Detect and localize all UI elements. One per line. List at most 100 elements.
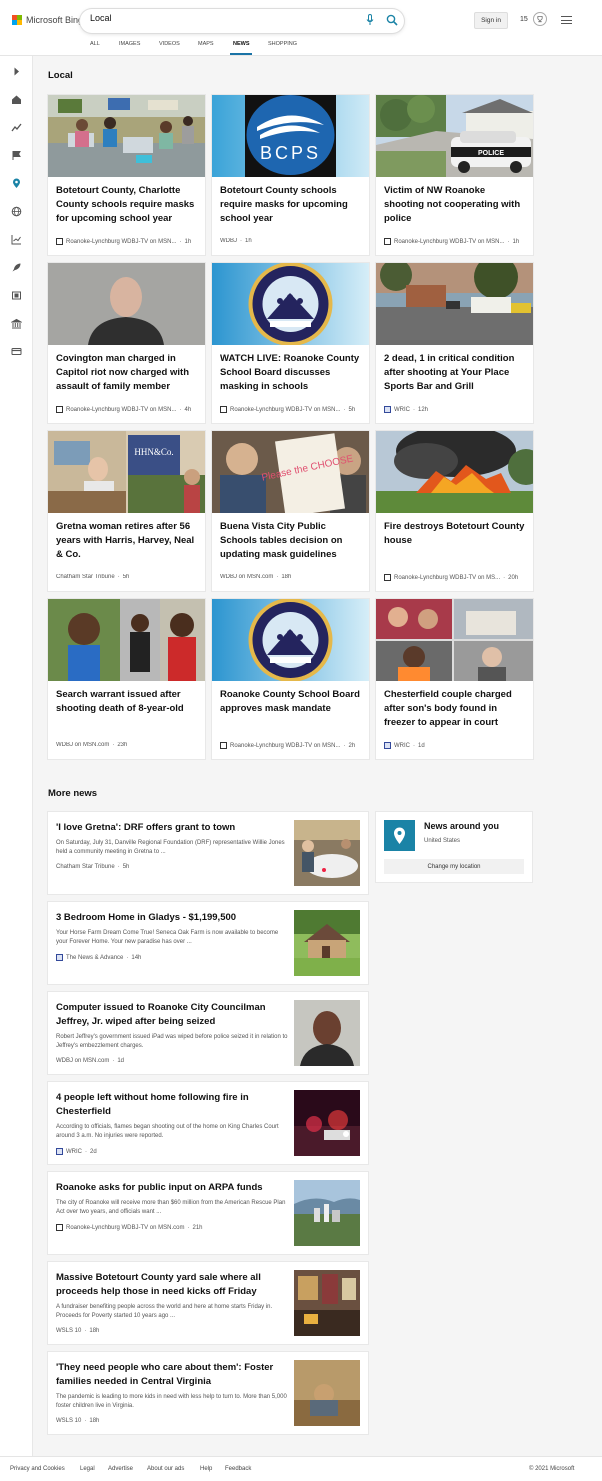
source-name: Roanoke-Lynchburg WDBJ-TV on MSN... — [66, 238, 177, 245]
news-source: WDBJ on MSN.com · 1d — [56, 1058, 125, 1064]
film-icon[interactable] — [11, 290, 22, 301]
news-card[interactable]: Search warrant issued after shooting dea… — [48, 599, 205, 759]
police-car-image: POLICE — [376, 95, 533, 177]
sign-in-button[interactable]: Sign in — [474, 12, 508, 29]
time-ago: 12h — [418, 406, 429, 413]
news-headline[interactable]: Massive Botetourt County yard sale where… — [56, 1271, 288, 1299]
news-headline[interactable]: 4 people left without home following fir… — [56, 1091, 288, 1119]
news-headline[interactable]: Computer issued to Roanoke City Councilm… — [56, 1001, 288, 1029]
hhn-sign-text: HHN&Co. — [134, 447, 173, 457]
house-thumbnail — [294, 910, 360, 976]
footer-link-privacy[interactable]: Privacy and Cookies — [10, 1466, 65, 1472]
trending-icon[interactable] — [11, 122, 22, 133]
expand-chevron-icon[interactable] — [11, 66, 22, 77]
meeting-thumbnail — [294, 820, 360, 886]
news-headline[interactable]: 'They need people who care about them': … — [56, 1361, 288, 1389]
card-headline[interactable]: Gretna woman retires after 56 years with… — [56, 520, 198, 562]
news-source: The News & Advance · 14h — [56, 954, 141, 961]
news-card[interactable]: Fire destroys Botetourt County house Roa… — [376, 431, 533, 591]
wdbj-logo-icon — [384, 574, 391, 581]
rocket-icon[interactable] — [11, 262, 22, 273]
menu-icon[interactable] — [561, 16, 572, 24]
portrait-thumbnail — [294, 1000, 360, 1066]
card-source: WDBJ on MSN.com · 18h — [220, 574, 292, 580]
card-headline[interactable]: Victim of NW Roanoke shooting not cooper… — [384, 184, 526, 226]
local-section-title: Local — [48, 70, 73, 81]
chart-icon[interactable] — [11, 234, 22, 245]
source-name: WSLS 10 — [56, 1418, 82, 1424]
news-card[interactable]: POLICE Victim of NW Roanoke shooting not… — [376, 95, 533, 255]
card-source: Roanoke-Lynchburg WDBJ-TV on MS... · 20h — [384, 574, 529, 581]
news-list-item[interactable]: 3 Bedroom Home in Gladys - $1,199,500 Yo… — [48, 902, 368, 984]
card-headline[interactable]: Covington man charged in Capitol riot no… — [56, 352, 198, 394]
flag-icon[interactable] — [11, 150, 22, 161]
tab-images[interactable]: IMAGES — [119, 41, 140, 47]
news-around-you-widget: News around you United States Change my … — [376, 812, 532, 882]
news-list-item[interactable]: Roanoke asks for public input on ARPA fu… — [48, 1172, 368, 1254]
microphone-icon[interactable] — [366, 14, 374, 26]
time-ago: 4h — [184, 406, 192, 413]
card-headline[interactable]: WATCH LIVE: Roanoke County School Board … — [220, 352, 362, 394]
news-card[interactable]: WATCH LIVE: Roanoke County School Board … — [212, 263, 369, 423]
card-headline[interactable]: Fire destroys Botetourt County house — [384, 520, 526, 548]
news-list-item[interactable]: Computer issued to Roanoke City Councilm… — [48, 992, 368, 1074]
time-ago: 1h — [245, 238, 252, 244]
card-headline[interactable]: Roanoke County School Board approves mas… — [220, 688, 362, 716]
bing-logo[interactable]: Microsoft Bing — [12, 15, 83, 25]
footer-link-feedback[interactable]: Feedback — [225, 1466, 251, 1472]
news-list-item[interactable]: 4 people left without home following fir… — [48, 1082, 368, 1164]
time-ago: 2h — [348, 742, 356, 749]
footer-link-about-ads[interactable]: About our ads — [147, 1466, 184, 1472]
news-headline[interactable]: Roanoke asks for public input on ARPA fu… — [56, 1181, 288, 1195]
home-icon[interactable] — [11, 94, 22, 105]
card-source: WDBJ · 1h — [220, 238, 252, 244]
news-card[interactable]: Chesterfield couple charged after son's … — [376, 599, 533, 759]
more-news-title: More news — [48, 788, 98, 799]
tab-shopping[interactable]: SHOPPING — [268, 41, 297, 47]
news-card[interactable]: HHN&Co. Gretna woman retires after 56 ye… — [48, 431, 205, 591]
news-card[interactable]: 2 dead, 1 in critical condition after sh… — [376, 263, 533, 423]
card-headline[interactable]: Search warrant issued after shooting dea… — [56, 688, 198, 716]
building-icon[interactable] — [11, 318, 22, 329]
rewards-count[interactable]: 15 — [520, 16, 528, 23]
globe-icon[interactable] — [11, 206, 22, 217]
time-ago: 1d — [418, 742, 425, 749]
tab-maps[interactable]: MAPS — [198, 41, 214, 47]
card-headline[interactable]: Botetourt County schools require masks f… — [220, 184, 362, 226]
news-list-item[interactable]: 'I love Gretna': DRF offers grant to tow… — [48, 812, 368, 894]
search-icon[interactable] — [386, 14, 398, 26]
source-name: Roanoke-Lynchburg WDBJ-TV on MSN... — [230, 406, 341, 413]
footer-link-help[interactable]: Help — [200, 1466, 212, 1472]
card-icon[interactable] — [11, 346, 22, 357]
card-headline[interactable]: Buena Vista City Public Schools tables d… — [220, 520, 362, 562]
search-input[interactable] — [90, 13, 350, 23]
news-card[interactable]: Please the CHOOSE Buena Vista City Publi… — [212, 431, 369, 591]
wdbj-logo-icon — [56, 238, 63, 245]
time-ago: 1h — [512, 238, 520, 245]
tab-all[interactable]: ALL — [90, 41, 100, 47]
footer-link-advertise[interactable]: Advertise — [108, 1466, 133, 1472]
change-location-button[interactable]: Change my location — [384, 859, 524, 874]
card-headline[interactable]: Botetourt County, Charlotte County schoo… — [56, 184, 198, 226]
news-headline[interactable]: 3 Bedroom Home in Gladys - $1,199,500 — [56, 911, 288, 925]
foster-family-thumbnail — [294, 1360, 360, 1426]
card-headline[interactable]: Chesterfield couple charged after son's … — [384, 688, 526, 730]
news-card[interactable]: BCPS Botetourt County schools require ma… — [212, 95, 369, 255]
location-pin-icon[interactable] — [11, 178, 22, 189]
tab-news[interactable]: NEWS — [233, 41, 250, 47]
source-name: WRIC — [394, 742, 410, 749]
news-list-item[interactable]: 'They need people who care about them': … — [48, 1352, 368, 1434]
news-card[interactable]: Covington man charged in Capitol riot no… — [48, 263, 205, 423]
collage-image — [376, 599, 533, 681]
card-headline[interactable]: 2 dead, 1 in critical condition after sh… — [384, 352, 526, 394]
time-ago: 18h — [89, 1418, 100, 1424]
news-list-item[interactable]: Massive Botetourt County yard sale where… — [48, 1262, 368, 1344]
rewards-trophy-icon[interactable] — [533, 12, 547, 26]
footer-link-legal[interactable]: Legal — [80, 1466, 95, 1472]
news-card[interactable]: Botetourt County, Charlotte County schoo… — [48, 95, 205, 255]
news-snippet: Robert Jeffrey's government issued iPad … — [56, 1034, 288, 1049]
bcps-logo-image: BCPS — [212, 95, 369, 177]
news-card[interactable]: Roanoke County School Board approves mas… — [212, 599, 369, 759]
tab-videos[interactable]: VIDEOS — [159, 41, 180, 47]
news-headline[interactable]: 'I love Gretna': DRF offers grant to tow… — [56, 821, 288, 835]
